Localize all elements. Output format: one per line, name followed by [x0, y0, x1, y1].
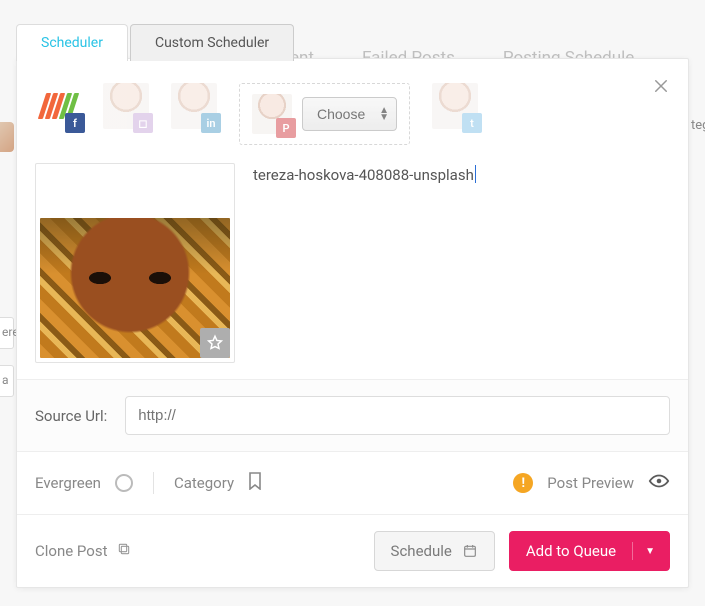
bg-partial-right: teg: [691, 118, 705, 138]
queue-dropdown-caret[interactable]: ▼: [641, 546, 659, 557]
board-select[interactable]: Choose: [302, 97, 397, 131]
account-twitter[interactable]: t: [432, 83, 478, 129]
favorite-star-button[interactable]: [200, 328, 230, 358]
schedule-label: Schedule: [391, 542, 452, 560]
scheduler-tabs: Scheduler Custom Scheduler: [16, 24, 294, 61]
evergreen-label: Evergreen: [35, 474, 101, 492]
divider: [153, 472, 154, 494]
clone-post-button[interactable]: Clone Post: [35, 541, 132, 561]
bg-partial-text: ere: [0, 317, 14, 349]
image-thumbnail-card: [35, 163, 235, 363]
actions-row: Clone Post Schedule Add to Queue ▼: [17, 514, 688, 587]
bg-partial-text: a: [0, 365, 14, 397]
account-linkedin[interactable]: in: [171, 83, 217, 129]
warning-icon: !: [513, 473, 533, 493]
evergreen-toggle[interactable]: [115, 474, 133, 492]
compose-modal: f ◻ in P Choose ▲▼ t: [16, 58, 689, 588]
board-select-wrap: Choose ▲▼: [302, 97, 397, 131]
source-url-input[interactable]: [125, 396, 670, 435]
category-picker[interactable]: [248, 472, 262, 494]
caption-text: tereza-hoskova-408088-unsplash: [253, 166, 474, 184]
source-url-row: Source Url:: [17, 379, 688, 451]
bg-avatar: [0, 122, 14, 152]
instagram-badge-icon: ◻: [133, 113, 153, 133]
queue-label: Add to Queue: [526, 542, 616, 560]
linkedin-badge-icon: in: [201, 113, 221, 133]
account-pinterest[interactable]: P: [252, 94, 292, 134]
post-preview-button[interactable]: [648, 470, 670, 496]
pinterest-board-group: P Choose ▲▼: [239, 83, 410, 145]
button-split: [632, 542, 633, 560]
clone-label: Clone Post: [35, 542, 108, 560]
calendar-icon: [462, 543, 478, 559]
add-to-queue-button[interactable]: Add to Queue ▼: [509, 531, 670, 571]
tab-scheduler[interactable]: Scheduler: [16, 24, 128, 61]
account-brand-facebook[interactable]: f: [35, 83, 81, 129]
text-cursor: [475, 165, 476, 183]
options-row: Evergreen Category ! Post Preview: [17, 451, 688, 514]
account-instagram[interactable]: ◻: [103, 83, 149, 129]
compose-content: tereza-hoskova-408088-unsplash: [17, 155, 688, 379]
category-label: Category: [174, 474, 234, 492]
caption-input[interactable]: tereza-hoskova-408088-unsplash: [253, 163, 670, 363]
close-icon[interactable]: [652, 77, 670, 99]
pinterest-badge-icon: P: [276, 118, 296, 138]
facebook-badge-icon: f: [65, 113, 85, 133]
tab-custom-scheduler[interactable]: Custom Scheduler: [130, 24, 294, 61]
accounts-row: f ◻ in P Choose ▲▼ t: [17, 59, 688, 155]
twitter-badge-icon: t: [462, 113, 482, 133]
schedule-button[interactable]: Schedule: [374, 531, 495, 571]
source-url-label: Source Url:: [35, 407, 107, 425]
post-preview-label: Post Preview: [547, 474, 634, 492]
copy-icon: [116, 541, 132, 561]
